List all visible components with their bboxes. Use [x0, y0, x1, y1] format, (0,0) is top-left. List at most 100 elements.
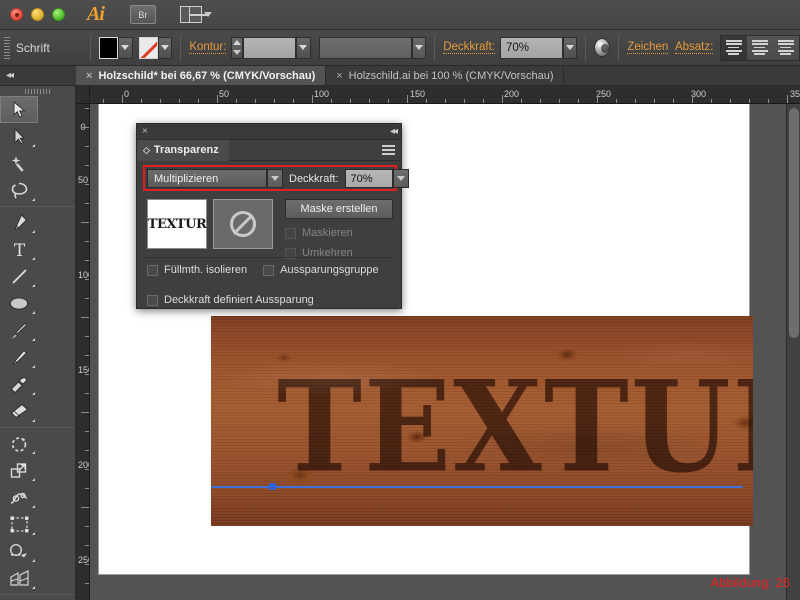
panel-menu-icon[interactable]: [382, 145, 401, 155]
wood-sign-artwork[interactable]: TEXTUR: [211, 316, 753, 526]
opacity-dropdown[interactable]: [562, 36, 578, 59]
ruler-corner[interactable]: [76, 86, 90, 104]
make-mask-button[interactable]: Maske erstellen: [285, 199, 393, 219]
type-tool[interactable]: T: [0, 236, 38, 263]
stroke-weight-dropdown[interactable]: [296, 36, 311, 59]
vertical-scrollbar[interactable]: [786, 104, 800, 600]
close-icon[interactable]: ×: [86, 70, 92, 82]
align-center-button[interactable]: [746, 35, 773, 60]
arrange-documents-button[interactable]: [179, 6, 212, 23]
paintbrush-tool[interactable]: [0, 317, 38, 344]
ruler-tick-label: 100: [314, 89, 330, 99]
scale-tool[interactable]: [0, 457, 38, 484]
pencil-tool[interactable]: [0, 344, 38, 371]
recolor-artwork-icon[interactable]: [594, 38, 611, 57]
zoom-button[interactable]: [52, 8, 65, 21]
chevron-down-icon: [396, 176, 405, 181]
close-icon[interactable]: ×: [142, 126, 148, 137]
pen-tool[interactable]: [0, 209, 38, 236]
tool-panel-collapse-bar[interactable]: ◂◂: [0, 66, 76, 86]
bridge-button[interactable]: Br: [129, 5, 156, 24]
tool-group-indicator-icon: [32, 257, 35, 260]
fill-swatch-dropdown[interactable]: [118, 36, 133, 59]
free-transform-tool[interactable]: [0, 511, 38, 538]
lasso-tool[interactable]: [0, 177, 38, 204]
divider: [434, 34, 436, 61]
close-button[interactable]: [10, 8, 23, 21]
align-right-button[interactable]: [772, 35, 799, 60]
mask-thumbnail[interactable]: [213, 199, 273, 249]
knockout-group-checkbox[interactable]: [263, 264, 275, 276]
chevron-down-icon: [565, 45, 574, 50]
clip-checkbox[interactable]: [285, 227, 296, 239]
opacity-knockout-row[interactable]: Deckkraft definiert Aussparung: [147, 294, 379, 306]
tool-group-indicator-icon: [32, 505, 35, 508]
transparency-panel[interactable]: × ◂◂ ◇ Transparenz Multiplizieren Deckkr…: [136, 123, 409, 309]
opacity-label[interactable]: Deckkraft:: [443, 41, 495, 54]
opacity-field[interactable]: 70%: [499, 36, 563, 59]
stroke-swatch-dropdown[interactable]: [157, 36, 173, 59]
title-bar: Ai Br: [0, 0, 800, 30]
opacity-knockout-checkbox[interactable]: [147, 294, 158, 306]
stroke-profile-field[interactable]: [318, 36, 412, 59]
blend-mode-dropdown[interactable]: [267, 169, 283, 188]
close-icon[interactable]: ×: [336, 70, 342, 82]
document-tab-holzschild-active[interactable]: × Holzschild* bei 66,67 % (CMYK/Vorschau…: [76, 66, 327, 85]
rotate-tool[interactable]: [0, 430, 38, 457]
tool-group-indicator-icon: [32, 559, 35, 562]
clip-checkbox-row[interactable]: Maskieren: [285, 227, 393, 239]
control-bar: Schrift Kontur: Deckkraft: 70% Zeichen A…: [0, 30, 800, 66]
tool-group-indicator-icon: [32, 586, 35, 589]
width-tool[interactable]: [0, 484, 38, 511]
character-panel-link[interactable]: Zeichen: [627, 41, 669, 54]
horizontal-ruler[interactable]: 0 50 100 150 200 250 300 350: [90, 86, 800, 104]
tool-divider: [0, 427, 75, 428]
tab-transparenz[interactable]: ◇ Transparenz: [137, 139, 229, 161]
shape-builder-tool[interactable]: [0, 538, 38, 565]
stroke-profile-dropdown[interactable]: [411, 36, 427, 59]
panel-expand-icon[interactable]: ◇: [143, 145, 150, 156]
blob-brush-tool[interactable]: [0, 371, 38, 398]
direct-selection-tool[interactable]: [0, 123, 38, 150]
collapse-panel-icon[interactable]: ◂◂: [390, 126, 398, 137]
minimize-button[interactable]: [31, 8, 44, 21]
eraser-tool[interactable]: [0, 398, 38, 425]
ruler-tick-label: 250: [596, 89, 612, 99]
object-thumbnail[interactable]: TEXTUR: [147, 199, 207, 249]
ruler-tick-label: 250: [78, 555, 89, 565]
line-segment-tool[interactable]: [0, 263, 38, 290]
ellipse-tool[interactable]: [0, 290, 38, 317]
isolate-blending-checkbox[interactable]: [147, 264, 158, 276]
tool-group-indicator-icon: [32, 365, 35, 368]
stroke-weight-field[interactable]: [243, 36, 297, 59]
panel-title-bar[interactable]: × ◂◂: [137, 124, 401, 140]
control-bar-grip[interactable]: [4, 36, 10, 59]
tools-panel-grip[interactable]: [24, 89, 51, 94]
vertical-scrollbar-thumb[interactable]: [789, 108, 799, 338]
vertical-ruler[interactable]: 0 50 100 150 200 250: [76, 104, 90, 600]
magic-wand-tool[interactable]: [0, 150, 38, 177]
wood-knot: [734, 416, 753, 430]
selection-anchor-point[interactable]: [269, 483, 276, 490]
ruler-tick-label: 200: [504, 89, 520, 99]
document-tab-holzschild-ai[interactable]: × Holzschild.ai bei 100 % (CMYK/Vorschau…: [326, 66, 565, 85]
panel-opacity-dropdown[interactable]: [392, 169, 409, 188]
stroke-weight-stepper[interactable]: [231, 36, 244, 59]
selection-path[interactable]: [211, 486, 743, 488]
knockout-group-row[interactable]: Aussparungsgruppe: [263, 264, 379, 276]
fill-swatch[interactable]: [99, 36, 119, 59]
stroke-swatch[interactable]: [139, 36, 158, 59]
stroke-weight-label[interactable]: Kontur:: [189, 41, 227, 54]
panel-opacity-field[interactable]: 70%: [344, 169, 393, 188]
perspective-grid-tool[interactable]: [0, 565, 38, 592]
isolate-blending-row[interactable]: Füllmth. isolieren: [147, 264, 247, 276]
document-tab-bar: × Holzschild* bei 66,67 % (CMYK/Vorschau…: [76, 66, 800, 86]
tab-label: Holzschild* bei 66,67 % (CMYK/Vorschau): [98, 69, 316, 82]
selection-tool[interactable]: [0, 96, 38, 123]
blend-mode-select[interactable]: Multiplizieren: [147, 169, 267, 188]
ruler-tick-label: 200: [78, 460, 89, 470]
artwork-text[interactable]: TEXTUR: [277, 352, 753, 503]
paragraph-panel-link[interactable]: Absatz:: [674, 41, 714, 54]
align-left-button[interactable]: [720, 35, 747, 60]
tool-group-indicator-icon: [32, 392, 35, 395]
